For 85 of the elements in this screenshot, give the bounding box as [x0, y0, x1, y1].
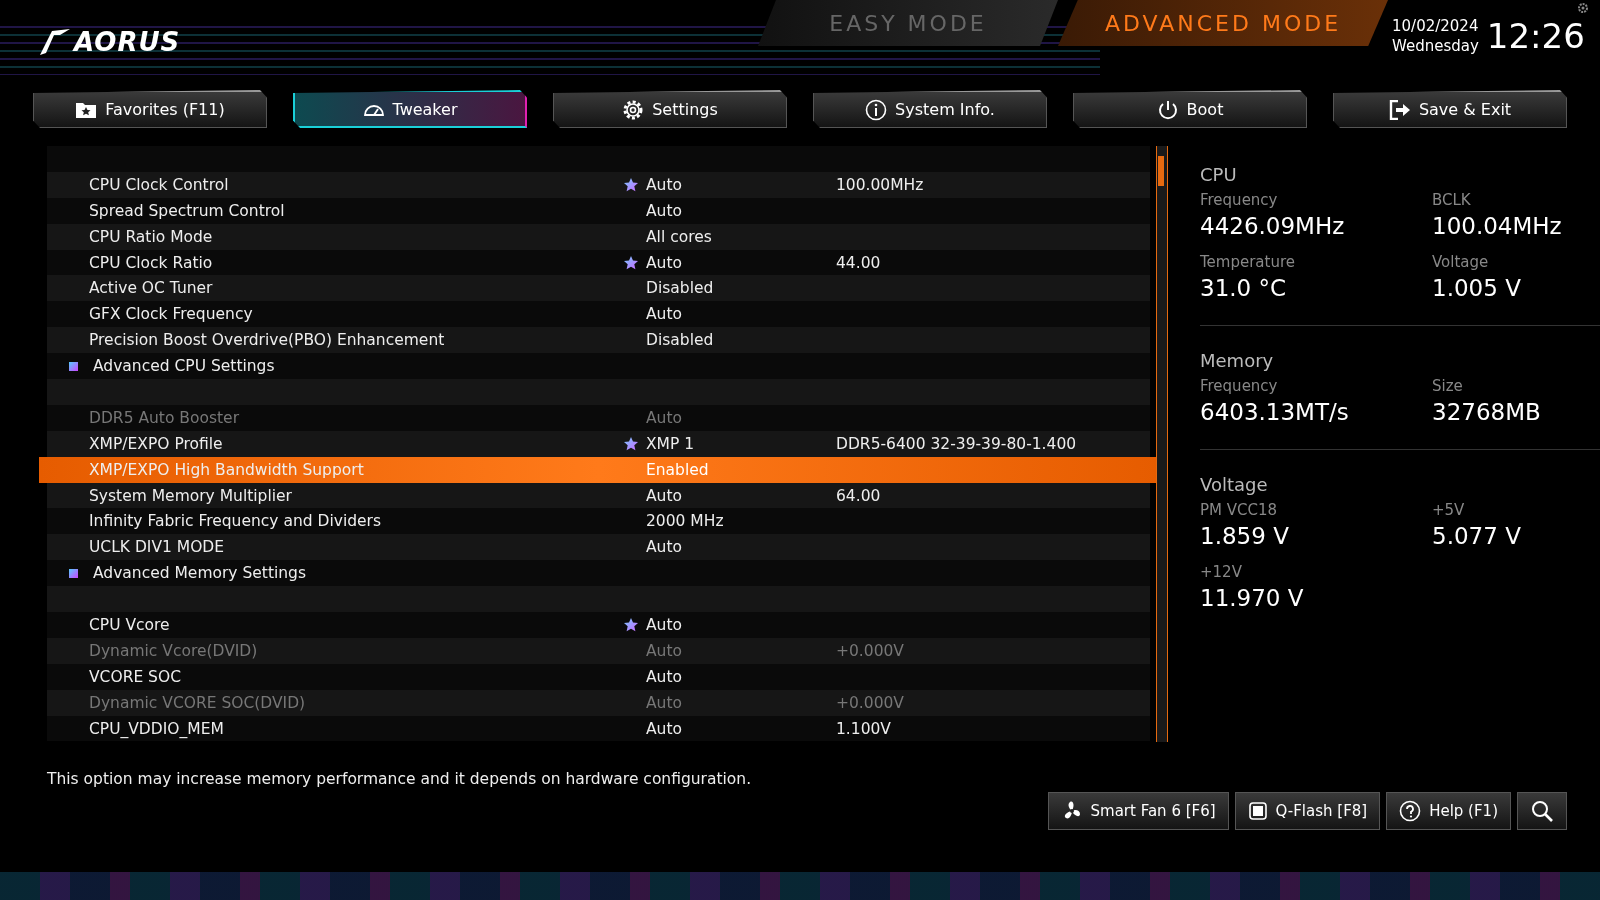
setting-label[interactable]: GFX Clock Frequency — [47, 305, 624, 324]
setting-label[interactable]: Active OC Tuner — [47, 279, 624, 298]
reading-label: PM VCC18 — [1200, 501, 1279, 519]
setting-label[interactable]: UCLK DIV1 MODE — [47, 538, 624, 557]
setting-reading: DDR5-6400 32-39-39-80-1.400 — [836, 434, 1077, 453]
menu-tab[interactable]: Save & Exit — [1333, 90, 1567, 128]
setting-reading: 64.00 — [836, 486, 881, 505]
weekday-text: Wednesday — [1392, 36, 1479, 56]
help-icon — [1399, 800, 1422, 822]
info-icon — [865, 98, 888, 121]
submenu-marker-icon — [69, 361, 78, 371]
setting-label[interactable]: XMP/EXPO Profile — [47, 434, 624, 453]
setting-label[interactable]: Spread Spectrum Control — [47, 201, 624, 220]
reading-value: 4426.09MHz — [1200, 213, 1346, 239]
setting-value[interactable]: Auto — [646, 201, 836, 220]
settings-icon[interactable] — [1576, 2, 1589, 14]
setting-value[interactable]: Auto — [646, 667, 836, 686]
menu-tab[interactable]: Settings — [553, 90, 787, 128]
reading-label: BCLK — [1432, 191, 1472, 209]
exit-icon — [1388, 99, 1411, 120]
toolbar-button[interactable] — [1517, 792, 1567, 830]
setting-value[interactable]: All cores — [646, 227, 836, 246]
eagle-icon — [38, 27, 72, 57]
setting-label[interactable]: Infinity Fabric Frequency and Dividers — [47, 512, 624, 531]
reading-value: 6403.13MT/s — [1200, 399, 1350, 425]
setting-value[interactable]: 2000 MHz — [646, 512, 836, 531]
reading-label: Frequency — [1200, 191, 1279, 209]
gear-icon — [622, 98, 645, 121]
reading-label: Size — [1432, 377, 1464, 395]
reading-value: 1.005 V — [1432, 275, 1522, 301]
setting-label[interactable]: CPU Ratio Mode — [47, 227, 624, 246]
reading-value: 1.859 V — [1200, 523, 1290, 549]
setting-value[interactable]: Auto — [646, 486, 836, 505]
setting-value[interactable]: Auto — [646, 175, 836, 194]
reading-label: +12V — [1200, 563, 1243, 581]
folder-star-icon — [75, 100, 98, 119]
monitor-section-title: Voltage — [1200, 474, 1269, 495]
setting-label[interactable]: CPU Clock Ratio — [47, 253, 624, 272]
toolbar-button[interactable]: Q-Flash [F8] — [1234, 792, 1381, 830]
help-description: This option may increase memory performance and it depends on hardware configuration. — [47, 770, 753, 788]
setting-label[interactable]: CPU_VDDIO_MEM — [47, 719, 624, 738]
clock-time: 12:26 — [1486, 16, 1585, 56]
reading-label: Temperature — [1200, 253, 1297, 271]
setting-label[interactable]: VCORE SOC — [47, 667, 624, 686]
reading-value: 31.0 °C — [1200, 275, 1288, 301]
toolbar-button[interactable]: Smart Fan 6 [F6] — [1047, 792, 1229, 830]
reading-value: 100.04MHz — [1432, 213, 1563, 239]
submenu-marker-icon — [69, 568, 78, 578]
setting-reading: +0.000V — [836, 693, 904, 712]
setting-reading: 44.00 — [836, 253, 881, 272]
setting-value[interactable]: Auto — [646, 253, 836, 272]
setting-label[interactable]: System Memory Multiplier — [47, 486, 624, 505]
setting-label[interactable]: Precision Boost Overdrive(PBO) Enhancement — [47, 331, 624, 350]
brand-logo-text: AORUS — [74, 27, 181, 57]
reading-label: Voltage — [1432, 253, 1490, 271]
setting-value[interactable]: Auto — [646, 719, 836, 738]
monitor-section-title: CPU — [1200, 164, 1238, 185]
setting-label[interactable]: CPU Vcore — [47, 615, 624, 634]
setting-value[interactable]: Auto — [646, 305, 836, 324]
reading-value: 32768MB — [1432, 399, 1542, 425]
setting-value[interactable]: XMP 1 — [646, 434, 836, 453]
toolbar-button[interactable]: Help (F1) — [1386, 792, 1511, 830]
setting-reading: 1.100V — [836, 719, 891, 738]
setting-label[interactable]: CPU Clock Control — [47, 175, 624, 194]
menu-tab[interactable]: Boot — [1073, 90, 1307, 128]
menu-tab[interactable]: Tweaker — [293, 90, 527, 128]
setting-value[interactable]: Auto — [646, 615, 836, 634]
menu-tab[interactable]: System Info. — [813, 90, 1047, 128]
menu-tab[interactable]: Favorites (F11) — [33, 90, 267, 128]
chip-icon — [1247, 801, 1268, 821]
monitor-section-title: Memory — [1200, 350, 1275, 371]
setting-value[interactable]: Disabled — [646, 279, 836, 298]
setting-value[interactable]: Auto — [646, 538, 836, 557]
setting-reading: 100.00MHz — [836, 175, 924, 194]
search-icon — [1530, 799, 1554, 823]
scrollbar[interactable] — [1156, 146, 1168, 742]
power-icon — [1156, 98, 1179, 121]
setting-value[interactable]: Disabled — [646, 331, 836, 350]
date-text: 10/02/2024 — [1392, 16, 1479, 36]
setting-reading: +0.000V — [836, 641, 904, 660]
reading-value: 11.970 V — [1200, 585, 1305, 611]
reading-value: 5.077 V — [1432, 523, 1522, 549]
mode-tab[interactable]: ADVANCED MODE — [1058, 0, 1388, 46]
reading-label: Frequency — [1200, 377, 1279, 395]
reading-label: +5V — [1432, 501, 1466, 519]
